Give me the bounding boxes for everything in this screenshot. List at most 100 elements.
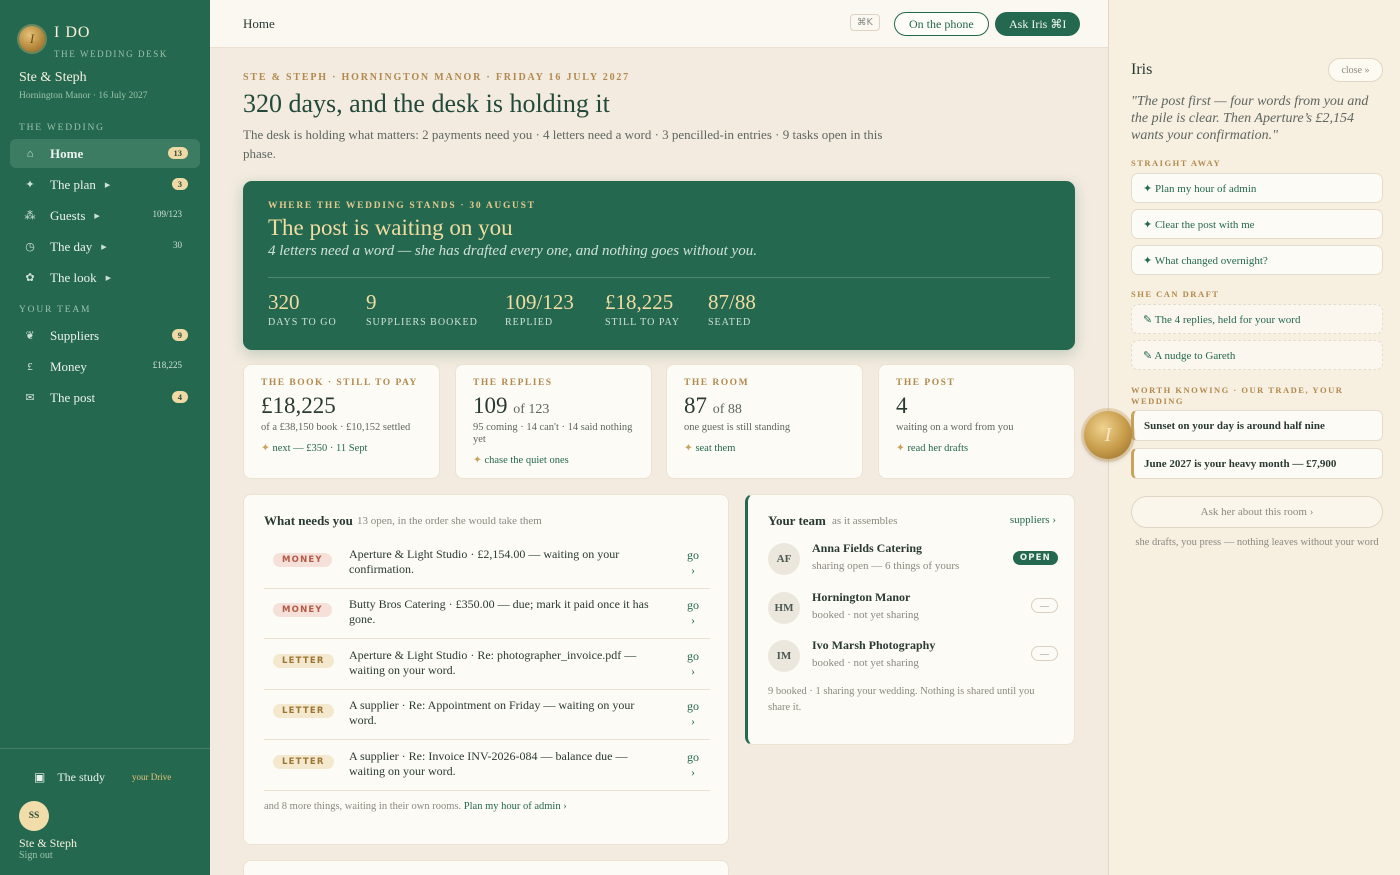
expand-arrow-icon[interactable]: ▶ (94, 212, 99, 220)
sidebar-item-guests[interactable]: ⁂ Guests ▶ 109/123 (10, 201, 200, 230)
sidebar-item-the-study[interactable]: ▣ The study (34, 770, 105, 785)
count-badge: 4 (171, 391, 188, 403)
task-tag: LETTER (273, 704, 334, 718)
status-badge[interactable]: — (1031, 646, 1058, 661)
breadcrumb: Home (243, 16, 275, 31)
expand-arrow-icon[interactable]: ▶ (106, 274, 111, 282)
nav-section-wedding: THE WEDDING (19, 123, 105, 133)
sidebar-item-the-look[interactable]: ✿ The look ▶ (10, 263, 200, 292)
iris-title: Iris (1131, 61, 1153, 78)
task-row[interactable]: MONEY Butty Bros Catering · £350.00 — du… (264, 589, 710, 639)
page-title: 320 days, and the desk is holding it (243, 89, 610, 118)
user-name: Ste & Steph (19, 836, 78, 850)
card-value: 87 of 88 (684, 393, 742, 418)
panel-hint: 13 open, in the order she would take the… (357, 515, 542, 527)
task-row[interactable]: LETTER A supplier · Re: Invoice INV-2026… (264, 741, 710, 791)
team-member[interactable]: HM Hornington Manor booked · not yet sha… (768, 590, 1058, 630)
task-row[interactable]: LETTER A supplier · Re: Appointment on F… (264, 690, 710, 740)
stat-suppliers-booked: 9 SUPPLIERS BOOKED (366, 290, 478, 328)
card-link[interactable]: ✦ read her drafts (896, 442, 968, 454)
card-eyebrow: THE BOOK · STILL TO PAY (261, 378, 418, 388)
card-link[interactable]: ✦ chase the quiet ones (473, 454, 569, 466)
flower-icon: ✿ (25, 272, 35, 284)
card-eyebrow: THE REPLIES (473, 378, 553, 388)
sidebar-item-suppliers[interactable]: ❦ Suppliers 9 (10, 321, 200, 350)
go-link[interactable]: go › (686, 548, 700, 578)
sidebar-item-label: The plan (50, 176, 96, 192)
suppliers-link[interactable]: suppliers › (1010, 514, 1056, 526)
couple-details: Hornington Manor · 16 July 2027 (19, 91, 148, 101)
task-text: Aperture & Light Studio · £2,154.00 — wa… (349, 547, 620, 576)
status-badge[interactable]: — (1031, 598, 1058, 613)
card-the-book[interactable]: THE BOOK · STILL TO PAY £18,225 of a £38… (243, 364, 440, 479)
task-row[interactable]: LETTER Aperture & Light Studio · Re: pho… (264, 640, 710, 690)
draft-replies[interactable]: ✎ The 4 replies, held for your word (1131, 304, 1383, 334)
sidebar-item-the-plan[interactable]: ✦ The plan ▶ 3 (10, 170, 200, 199)
nav-count: £18,225 (152, 360, 182, 370)
stat-seated: 87/88 SEATED (708, 290, 756, 328)
brand[interactable]: I I DO THE WEDDING DESK (19, 24, 168, 59)
needs-footer: and 8 more things, waiting in their own … (264, 801, 567, 812)
card-value: £18,225 (261, 393, 336, 418)
drive-link[interactable]: your Drive (132, 772, 171, 782)
card-subtext: one guest is still standing (684, 422, 791, 433)
couple-name: Ste & Steph (19, 70, 87, 85)
sidebar-item-the-post[interactable]: ✉ The post 4 (10, 383, 200, 412)
member-name: Anna Fields Catering (812, 541, 923, 555)
sidebar-item-the-day[interactable]: ◷ The day ▶ 30 (10, 232, 200, 261)
expand-arrow-icon[interactable]: ▶ (105, 181, 110, 189)
sidebar-item-money[interactable]: £ Money £18,225 (10, 352, 200, 381)
go-link[interactable]: go › (686, 649, 700, 679)
member-name: Hornington Manor (812, 590, 911, 604)
go-link[interactable]: go › (686, 598, 700, 628)
sidebar-item-label: Home (50, 145, 84, 161)
card-eyebrow: THE ROOM (684, 378, 750, 388)
card-the-replies[interactable]: THE REPLIES 109 of 123 95 coming · 14 ca… (455, 364, 652, 479)
avatar: IM (768, 640, 800, 672)
card-the-post[interactable]: THE POST 4 waiting on a word from you ✦ … (878, 364, 1075, 479)
sidebar: I I DO THE WEDDING DESK Ste & Steph Horn… (0, 0, 210, 875)
ask-about-room-button[interactable]: Ask her about this room › (1131, 496, 1383, 528)
sidebar-item-label: The day (50, 238, 93, 254)
suggestion-clear-post[interactable]: ✦ Clear the post with me (1131, 209, 1383, 239)
next-panel-peek (243, 860, 729, 875)
suggestion-plan-admin[interactable]: ✦ Plan my hour of admin (1131, 173, 1383, 203)
go-link[interactable]: go › (686, 699, 700, 729)
suggestion-what-changed[interactable]: ✦ What changed overnight? (1131, 245, 1383, 275)
plan-admin-link[interactable]: Plan my hour of admin › (464, 801, 567, 812)
sidebar-item-home[interactable]: ⌂ Home 13 (10, 139, 200, 168)
card-link[interactable]: ✦ next — £350 · 11 Sept (261, 442, 367, 454)
avatar[interactable]: SS (19, 801, 49, 831)
card-the-room[interactable]: THE ROOM 87 of 88 one guest is still sta… (666, 364, 863, 479)
team-member[interactable]: IM Ivo Marsh Photography booked · not ye… (768, 638, 1058, 678)
expand-arrow-icon[interactable]: ▶ (101, 243, 106, 251)
worth-knowing-sunset[interactable]: Sunset on your day is around half nine (1131, 410, 1383, 441)
what-needs-you-panel: What needs you 13 open, in the order she… (243, 494, 729, 845)
stat-replied: 109/123 REPLIED (505, 290, 574, 328)
team-member[interactable]: AF Anna Fields Catering sharing open — 6… (768, 541, 1058, 581)
task-text: Butty Bros Catering · £350.00 — due; mar… (349, 597, 649, 626)
member-name: Ivo Marsh Photography (812, 638, 936, 652)
guests-icon: ⁂ (24, 210, 36, 222)
ask-iris-button[interactable]: Ask Iris ⌘I (995, 12, 1081, 36)
go-link[interactable]: go › (686, 750, 700, 780)
couple-summary: Ste & Steph Hornington Manor · 16 July 2… (19, 70, 148, 101)
worth-knowing-heavy-month[interactable]: June 2027 is your heavy month — £7,900 (1131, 448, 1383, 479)
card-value: 4 (896, 393, 908, 418)
count-badge: 3 (171, 178, 188, 190)
card-link[interactable]: ✦ seat them (684, 442, 735, 454)
close-button[interactable]: close » (1328, 58, 1383, 82)
command-shortcut[interactable]: ⌘K (850, 14, 880, 31)
member-status-text: sharing open — 6 things of yours (812, 560, 960, 572)
member-status-text: booked · not yet sharing (812, 609, 919, 621)
task-row[interactable]: MONEY Aperture & Light Studio · £2,154.0… (264, 539, 710, 589)
draft-nudge[interactable]: ✎ A nudge to Gareth (1131, 340, 1383, 370)
sidebar-item-label: Guests (50, 207, 86, 223)
count-badge: 9 (171, 329, 188, 341)
brand-name: I DO (54, 24, 91, 41)
on-the-phone-button[interactable]: On the phone (894, 12, 989, 36)
sidebar-item-label: Suppliers (50, 327, 100, 343)
wax-seal-icon: I (1084, 411, 1132, 459)
sign-out-link[interactable]: Sign out (19, 850, 53, 861)
task-text: A supplier · Re: Appointment on Friday —… (349, 698, 635, 727)
